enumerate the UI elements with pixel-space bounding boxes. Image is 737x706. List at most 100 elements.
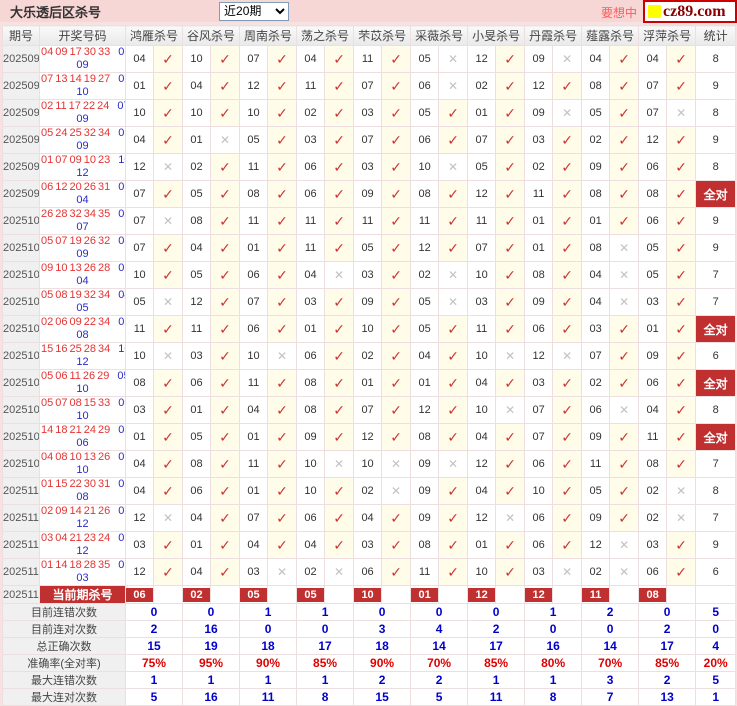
kill-number-cell: 04 [182,504,212,532]
kill-mark-cell: ✓ [495,153,526,181]
check-icon: ✓ [162,320,174,337]
check-icon: ✓ [390,293,402,310]
kill-number-cell: 09 [524,45,554,73]
check-icon: ✓ [618,131,630,148]
kill-mark-cell: ✓ [324,504,355,532]
check-icon: ✓ [504,374,516,391]
kill-number-cell: 11 [638,423,668,451]
cross-icon: ✕ [619,268,630,282]
front-number: 24 [97,100,110,113]
kill-mark-cell: ✓ [609,207,640,235]
kill-mark-cell: ✓ [210,153,241,181]
check-icon: ✓ [618,428,630,445]
check-icon: ✓ [162,239,174,256]
cross-icon: ✕ [391,457,402,471]
back-number: 04 [118,289,125,302]
kill-mark-cell: ✕ [609,531,640,559]
kill-number-cell: 09 [524,288,554,316]
check-icon: ✓ [333,374,345,391]
back-number: 06 [76,437,89,449]
front-number: 13 [83,451,96,464]
table-row: 20251090408101326091004✓08✓11✓10✕10✕09✕1… [2,450,737,478]
check-icon: ✓ [390,347,402,364]
stat-cell: 8 [695,45,737,73]
kill-number-cell: 08 [581,72,611,100]
kill-mark-cell: ✕ [495,342,526,370]
kill-mark-cell: ✓ [324,207,355,235]
check-icon: ✓ [333,50,345,67]
front-number: 19 [69,235,82,248]
front-number: 06 [55,370,68,383]
front-number: 21 [69,424,82,437]
kill-mark-cell: ✓ [324,126,355,154]
kill-mark-cell: ✓ [552,531,583,559]
kill-number-cell: 01 [182,531,212,559]
back-number: 03 [118,424,125,437]
front-number: 03 [41,532,54,545]
back-number: 02 [118,559,125,572]
back-number: 04 [76,194,89,206]
kill-mark-cell: ✕ [152,153,184,181]
summary-value: 85% [296,654,355,672]
front-number: 10 [55,262,68,275]
kill-number-cell: 12 [467,45,497,73]
kill-mark-cell: ✓ [267,531,298,559]
front-number: 21 [69,532,82,545]
period-cell: 2025105 [2,342,40,370]
kill-mark-cell: ✓ [438,207,469,235]
check-icon: ✓ [561,266,573,283]
kill-number-cell: 06 [239,261,269,289]
kill-mark-cell: ✓ [438,504,469,532]
check-icon: ✓ [447,104,459,121]
kill-number-cell: 10 [296,450,326,478]
period-cell: 2025108 [2,423,40,451]
summary-value: 75% [124,654,184,672]
range-select[interactable]: 近20期 [219,1,290,21]
kill-number-cell: 09 [353,288,383,316]
cross-icon: ✕ [505,511,516,525]
kill-number-cell: 03 [638,531,668,559]
cross-icon: ✕ [619,241,630,255]
kill-number-cell: 10 [353,315,383,343]
kill-number-cell: 01 [239,234,269,262]
kill-number-cell: 01 [239,477,269,505]
check-icon: ✓ [333,320,345,337]
check-icon: ✓ [675,347,688,364]
table-row: 20251130114182835 02 03 12 ✓ 04 ✓ 03 ✕ 02 ✕ 06 ✓ 11 ✓ 1… [2,558,737,586]
kill-mark-cell: ✓ [666,261,697,289]
kill-number-cell: 07 [353,396,383,424]
kill-mark-cell [666,585,697,604]
kill-mark-cell: ✓ [666,207,697,235]
cross-icon: ✕ [619,565,630,579]
check-icon: ✓ [276,131,288,148]
kill-mark-cell: ✓ [381,504,412,532]
kill-number-cell: 08 [638,450,668,478]
table-row: 20251002628323435020707✕08✓11✓11✓11✓11✓1… [2,207,737,235]
check-icon: ✓ [162,77,174,94]
winning-numbers-cell: 02060922340208 [39,315,126,343]
summary-value: 2 [638,620,697,638]
check-icon: ✓ [390,428,402,445]
summary-value: 2 [581,603,640,621]
check-icon: ✓ [219,374,231,391]
check-icon: ✓ [675,266,688,283]
logo-yellow-square-icon [648,5,661,18]
site-logo[interactable]: cz89.com [643,0,737,23]
kill-number-cell: 01 [125,72,154,100]
cross-icon: ✕ [505,349,516,363]
summary-value: 18 [353,637,412,655]
kill-number-cell: 09 [410,504,440,532]
kill-mark-cell: ✓ [152,558,184,586]
kill-mark-cell: ✓ [666,72,697,100]
check-icon: ✓ [219,563,231,580]
kill-mark-cell: ✕ [552,99,583,127]
kill-mark-cell: ✓ [495,423,526,451]
logo-text: cz89.com [663,2,726,20]
kill-number-cell: 02 [524,153,554,181]
check-icon: ✓ [162,401,174,418]
check-icon: ✓ [618,77,630,94]
summary-value: 0 [467,603,526,621]
kill-number-cell: 04 [467,423,497,451]
check-icon: ✓ [618,50,630,67]
stat-cell: 7 [695,450,737,478]
